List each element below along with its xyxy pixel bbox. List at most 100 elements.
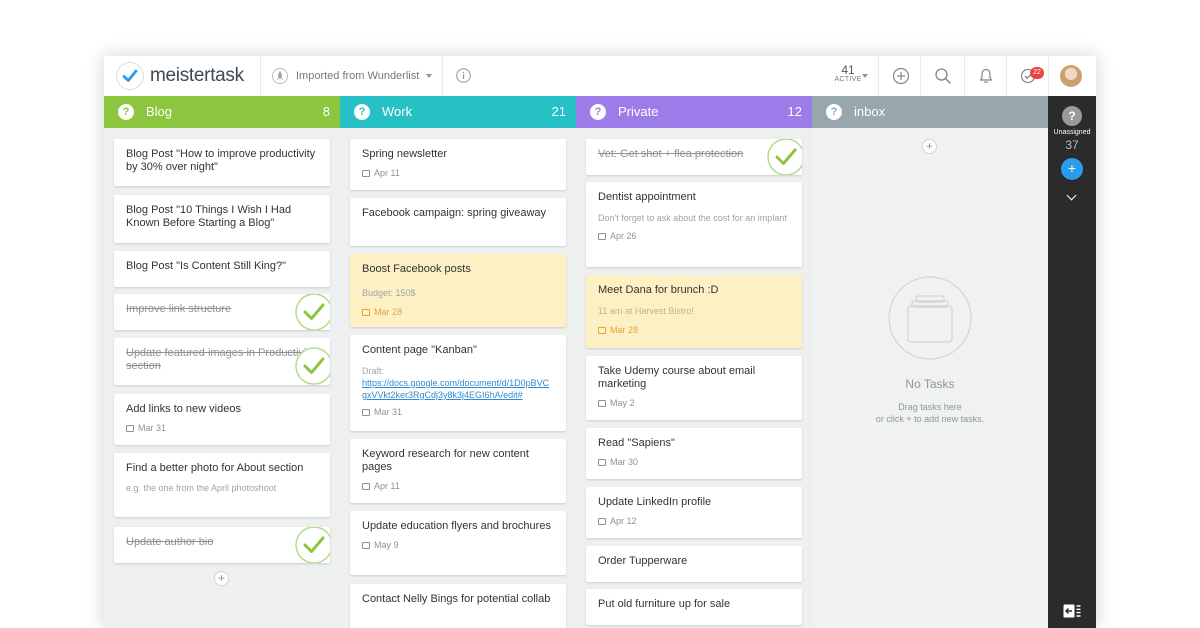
due-date: Mar 31 <box>362 407 554 417</box>
section-header[interactable]: ? Private 12 <box>576 96 812 128</box>
assignee-rail: ? Unassigned 37 + <box>1048 96 1096 628</box>
task-card[interactable]: Boost Facebook posts Budget: 150$ Mar 28 <box>350 254 566 327</box>
calendar-icon <box>362 408 370 416</box>
task-title: Improve link structure <box>126 303 232 315</box>
task-card[interactable]: Take Udemy course about email marketing … <box>586 356 802 420</box>
task-title: Update author bio <box>126 536 214 548</box>
search-icon[interactable] <box>934 67 952 85</box>
section-header[interactable]: ? inbox <box>812 96 1048 128</box>
task-title: Read "Sapiens" <box>598 437 675 449</box>
task-card[interactable]: Blog Post "Is Content Still King?" <box>114 251 330 287</box>
task-card[interactable]: Find a better photo for About section e.… <box>114 453 330 517</box>
task-card[interactable]: Order Tupperware <box>586 546 802 582</box>
task-title: Dentist appointment <box>598 191 696 203</box>
due-date-text: Mar 30 <box>610 457 639 467</box>
empty-folder-icon <box>888 276 972 360</box>
task-note: 11 am at Harvest Bistro! <box>598 306 694 316</box>
due-date: Apr 12 <box>598 516 790 526</box>
help-icon[interactable]: ? <box>354 104 370 120</box>
task-card[interactable]: Facebook campaign: spring giveaway <box>350 198 566 246</box>
completed-check-icon[interactable] <box>294 527 330 563</box>
due-date: May 2 <box>598 398 790 408</box>
checkmark-icon <box>116 62 144 90</box>
divider <box>260 56 261 96</box>
due-date: Mar 31 <box>126 423 318 433</box>
task-card[interactable]: Update featured images in Productivity s… <box>114 338 330 385</box>
task-card[interactable]: Add links to new videos Mar 31 <box>114 394 330 445</box>
add-task-button[interactable]: + <box>922 139 937 154</box>
completed-check-icon[interactable] <box>294 294 330 330</box>
logo[interactable]: meistertask <box>116 61 244 91</box>
notification-badge: 22 <box>1030 67 1044 79</box>
divider <box>920 56 921 96</box>
task-title: Update LinkedIn profile <box>598 496 712 508</box>
section-header[interactable]: ? Blog 8 <box>104 96 340 128</box>
task-count: 21 <box>551 104 566 119</box>
chevron-down-icon <box>426 74 433 78</box>
collapse-panel-icon[interactable] <box>1063 604 1081 618</box>
task-title: Facebook campaign: spring giveaway <box>362 207 547 219</box>
calendar-icon <box>598 232 606 240</box>
section-blog: ? Blog 8 Blog Post "How to improve produ… <box>104 96 340 628</box>
task-card[interactable]: Improve link structure <box>114 294 330 330</box>
task-title: Blog Post "10 Things I Wish I Had Known … <box>126 204 292 229</box>
task-card[interactable]: Blog Post "10 Things I Wish I Had Known … <box>114 195 330 243</box>
plus-circle-icon[interactable] <box>892 67 910 85</box>
task-card[interactable]: Vet: Get shot + flea protection <box>586 139 802 175</box>
completed-check-icon[interactable] <box>294 346 330 386</box>
section-header[interactable]: ? Work 21 <box>340 96 576 128</box>
due-date-text: Mar 28 <box>374 307 403 317</box>
task-card[interactable]: Blog Post "How to improve productivity b… <box>114 139 330 186</box>
calendar-icon <box>362 169 370 177</box>
add-member-button[interactable]: + <box>1061 158 1083 180</box>
app-window: meistertask Imported from Wunderlist 41 … <box>104 56 1096 628</box>
task-card[interactable]: Content page "Kanban" Draft: https://doc… <box>350 335 566 431</box>
unassigned-avatar[interactable]: ? <box>1062 106 1082 126</box>
calendar-icon <box>362 308 370 316</box>
due-date: Mar 28 <box>598 325 790 335</box>
chevron-down-icon[interactable] <box>1066 190 1077 201</box>
task-title: Take Udemy course about email marketing <box>598 365 756 390</box>
task-card[interactable]: Meet Dana for brunch :D 11 am at Harvest… <box>586 275 802 348</box>
task-card[interactable]: Put old furniture up for sale <box>586 589 802 625</box>
task-note: e.g. the one from the April photoshoot <box>126 483 277 493</box>
task-card[interactable]: Contact Nelly Bings for potential collab <box>350 584 566 628</box>
task-title: Meet Dana for brunch :D <box>598 284 719 296</box>
calendar-icon <box>362 541 370 549</box>
avatar[interactable] <box>1060 65 1082 87</box>
bell-icon[interactable] <box>977 67 995 85</box>
empty-state: No Tasks Drag tasks here or click + to a… <box>812 276 1048 425</box>
info-icon[interactable] <box>456 68 471 83</box>
section-title: inbox <box>854 104 886 119</box>
section-private: ? Private 12 Vet: Get shot + flea protec… <box>576 96 812 628</box>
help-icon[interactable]: ? <box>826 104 842 120</box>
unassigned-label: Unassigned <box>1053 129 1091 136</box>
add-task-button[interactable]: + <box>214 571 229 586</box>
due-date: Apr 11 <box>362 481 554 491</box>
task-card[interactable]: Dentist appointment Don't forget to ask … <box>586 182 802 267</box>
task-card[interactable]: Update education flyers and brochures Ma… <box>350 511 566 575</box>
active-tasks-counter[interactable]: 41 ACTIVE <box>828 64 868 83</box>
empty-hint-line: Drag tasks here <box>898 402 962 412</box>
due-date-text: Mar 31 <box>374 407 403 417</box>
help-icon[interactable]: ? <box>118 104 134 120</box>
task-title: Keyword research for new content pages <box>362 448 529 473</box>
task-card[interactable]: Keyword research for new content pages A… <box>350 439 566 503</box>
section-title: Private <box>618 104 659 119</box>
task-card[interactable]: Update author bio <box>114 527 330 563</box>
task-note: Budget: 150$ <box>362 288 416 298</box>
help-icon[interactable]: ? <box>590 104 606 120</box>
due-date: Mar 28 <box>362 307 554 317</box>
task-card[interactable]: Read "Sapiens" Mar 30 <box>586 428 802 479</box>
task-card[interactable]: Update LinkedIn profile Apr 12 <box>586 487 802 538</box>
task-link[interactable]: https://docs.google.com/document/d/1D0pB… <box>362 377 554 401</box>
empty-hint: Drag tasks here or click + to add new ta… <box>812 401 1048 425</box>
project-selector[interactable]: Imported from Wunderlist <box>272 64 433 88</box>
due-date-text: Apr 11 <box>374 168 400 178</box>
task-title: Blog Post "How to improve productivity b… <box>126 148 316 173</box>
task-card[interactable]: Spring newsletter Apr 11 <box>350 139 566 190</box>
divider <box>1048 56 1049 96</box>
calendar-icon <box>362 482 370 490</box>
unassigned-count: 37 <box>1065 138 1079 152</box>
completed-check-icon[interactable] <box>766 139 802 175</box>
